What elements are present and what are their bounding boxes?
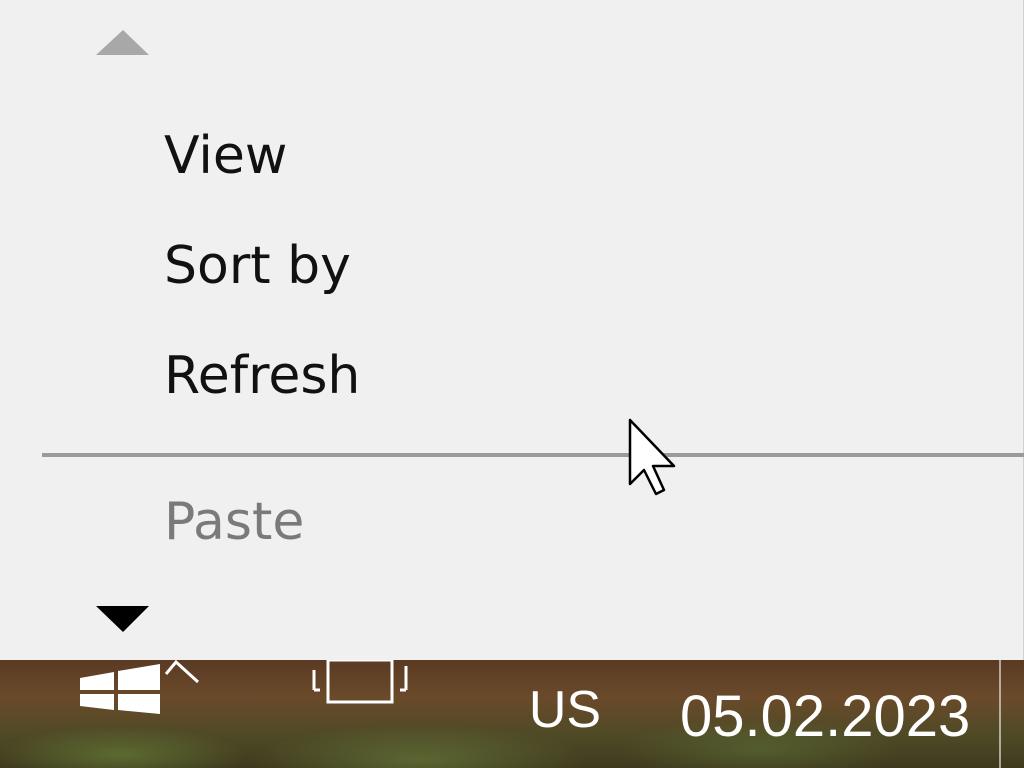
chevron-up-icon: [164, 660, 200, 684]
menu-item-refresh[interactable]: Refresh: [0, 324, 1024, 424]
menu-item-label: Refresh: [164, 346, 361, 406]
arrow-pointer-icon: [628, 418, 676, 496]
mouse-cursor: [626, 418, 682, 498]
menu-item-label: Sort by: [164, 236, 351, 296]
menu-scroll-up-button[interactable]: [96, 28, 150, 56]
menu-item-paste[interactable]: Paste: [0, 470, 1024, 570]
input-language-indicator[interactable]: US: [520, 682, 610, 738]
task-view-button[interactable]: [310, 660, 410, 706]
taskbar: US 05.02.2023: [0, 660, 1024, 768]
taskbar-date[interactable]: 05.02.2023: [680, 686, 970, 748]
show-hidden-icons-button[interactable]: [162, 660, 202, 686]
desktop-context-menu: View Sort by Refresh Paste: [0, 0, 1024, 660]
menu-item-view[interactable]: View: [0, 104, 1024, 204]
menu-item-label: View: [164, 126, 288, 186]
menu-scroll-down-button[interactable]: [96, 604, 150, 634]
menu-separator: [42, 453, 1024, 457]
show-desktop-divider[interactable]: [999, 660, 1001, 768]
menu-item-label: Paste: [164, 492, 305, 552]
triangle-up-icon: [96, 30, 149, 55]
start-button[interactable]: [78, 664, 162, 714]
windows-logo-icon: [80, 664, 160, 714]
triangle-down-icon: [96, 606, 149, 632]
desktop-screen: US 05.02.2023 View Sort by Refresh Paste: [0, 0, 1024, 768]
task-view-icon: [312, 660, 408, 704]
menu-item-sort-by[interactable]: Sort by: [0, 214, 1024, 314]
